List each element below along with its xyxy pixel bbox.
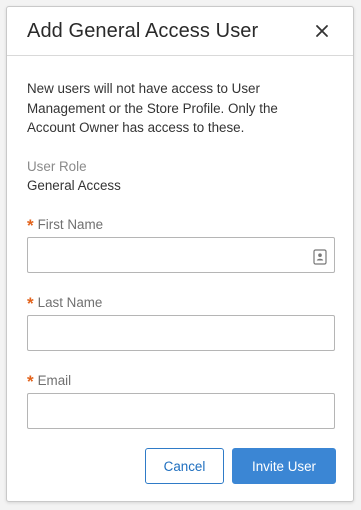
dialog-header: Add General Access User (7, 7, 353, 56)
contact-card-icon[interactable] (313, 249, 327, 265)
dialog-title: Add General Access User (27, 20, 259, 42)
first-name-input[interactable] (27, 237, 335, 273)
required-marker: * (27, 216, 34, 235)
user-role-value: General Access (27, 178, 121, 193)
required-marker: * (27, 294, 34, 313)
close-button[interactable] (311, 20, 333, 42)
email-label-text: Email (37, 373, 72, 388)
dialog-description: New users will not have access to User M… (27, 81, 278, 135)
last-name-label-text: Last Name (37, 295, 103, 310)
invite-user-button[interactable]: Invite User (232, 448, 336, 484)
add-user-dialog: Add General Access User New users will n… (6, 6, 354, 502)
required-marker: * (27, 372, 34, 391)
close-icon (316, 25, 328, 37)
user-role-label: User Role (27, 159, 87, 174)
cancel-button[interactable]: Cancel (145, 448, 224, 484)
email-input[interactable] (27, 393, 335, 429)
first-name-label-text: First Name (37, 217, 104, 232)
first-name-label: * First Name (27, 214, 104, 235)
last-name-input[interactable] (27, 315, 335, 351)
last-name-label: * Last Name (27, 292, 103, 313)
email-label: * Email (27, 370, 72, 391)
